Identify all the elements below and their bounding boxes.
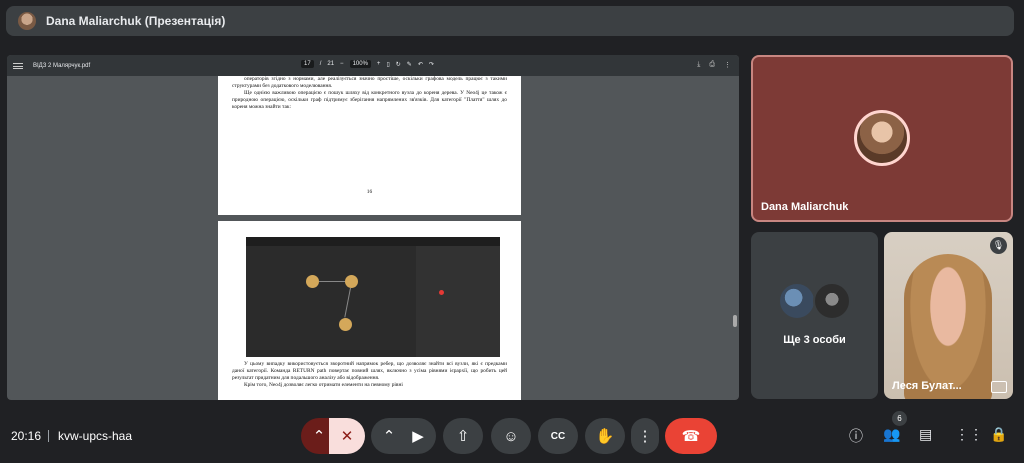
shared-screen[interactable]: ВІДЗ 2 Малярчук.pdf 17 / 21 − 100% + ▯ ↻… [7,55,739,400]
reactions-button[interactable]: ☺ [491,418,531,454]
host-controls-icon[interactable]: 🔒 [990,426,1007,443]
meeting-controls: 20:16 kvw-upcs-haa ⌃ ✕ ⌃ ▶ ⇧ ☺ CC ✋ ⋮ ☎ … [0,408,1024,463]
page-number: 16 [366,189,373,195]
participant-tile-camera[interactable]: 🎙 Леся Булат... [884,232,1013,399]
participant-avatar [813,282,851,320]
menu-icon[interactable] [13,62,23,69]
pdf-page: операторів згідно з нормами, але реалізу… [218,76,521,215]
participant-avatar [778,282,816,320]
node-properties-panel [416,246,500,357]
paragraph: операторів згідно з нормами, але реалізу… [232,76,507,89]
annotate-icon[interactable]: ✎ [407,61,412,68]
mic-muted-icon: 🎙 [990,237,1007,254]
zoom-level[interactable]: 100% [349,60,371,68]
chat-icon[interactable]: ▤ [919,426,932,443]
paragraph: Крім того, Neo4j дозволяє легко отримати… [244,382,403,388]
paragraph: У цьому випадку використовується зворотн… [232,361,507,381]
page-total: 21 [327,61,335,67]
presenter-avatar [18,12,36,30]
emoji-icon: ☺ [503,427,519,445]
phone-hangup-icon: ☎ [681,428,701,445]
pdf-page: У цьому випадку використовується зворотн… [218,221,521,400]
participant-name: Леся Булат... [892,380,962,392]
divider [48,430,49,442]
activities-icon[interactable]: ⋮⋮ [955,426,983,443]
mic-off-icon: ✕ [340,428,354,445]
redo-icon[interactable]: ↷ [429,61,434,68]
pin-icon[interactable] [991,381,1007,393]
mic-toggle-button[interactable]: ✕ [329,418,365,454]
more-vert-icon: ⋮ [637,428,653,445]
chevron-up-icon: ⌃ [382,428,396,445]
hand-icon: ✋ [595,428,615,445]
presentation-header: Dana Maliarchuk (Презентація) [6,6,1014,36]
participant-tile-presenter[interactable]: Dana Maliarchuk [751,55,1013,222]
participant-avatar [854,110,910,166]
more-icon[interactable]: ⋮ [724,61,731,69]
participant-video [904,254,992,399]
meeting-code: kvw-upcs-haa [58,429,133,443]
laser-pointer [439,290,444,295]
neo4j-graph-screenshot [246,237,500,357]
more-options-button[interactable]: ⋮ [631,418,659,454]
participant-name: Dana Maliarchuk [761,201,849,213]
graph-node [345,275,358,288]
others-label: Ще 3 особи [783,334,846,346]
paragraph: Ще однією важливою операцією є пошук шля… [232,90,507,110]
graph-node [339,318,352,331]
chevron-up-icon: ⌃ [312,428,326,445]
undo-icon[interactable]: ↶ [418,61,423,68]
presentation-title: Dana Maliarchuk (Презентація) [46,14,226,28]
leave-call-button[interactable]: ☎ [665,418,717,454]
captions-button[interactable]: CC [538,418,578,454]
participants-count-badge: 6 [892,411,907,426]
present-button[interactable]: ⇧ [443,418,483,454]
graph-edge [319,281,345,282]
rotate-icon[interactable]: ↻ [396,61,401,68]
query-bar [246,237,500,246]
print-icon[interactable]: ⎙ [709,61,715,69]
zoom-out-icon[interactable]: − [340,61,344,67]
fit-page-icon[interactable]: ▯ [386,61,389,68]
info-icon[interactable]: ⓘ [849,426,863,446]
meeting-time: 20:16 [11,429,42,443]
participant-tile-others[interactable]: Ще 3 особи [751,232,878,399]
pdf-filename: ВІДЗ 2 Малярчук.pdf [33,62,91,69]
zoom-in-icon[interactable]: + [377,61,381,67]
camera-icon: ▶ [412,428,424,445]
people-icon[interactable]: 👥 [883,426,900,443]
camera-toggle-button[interactable]: ▶ [400,418,436,454]
raise-hand-button[interactable]: ✋ [585,418,625,454]
download-icon[interactable]: ⤓ [697,61,700,69]
scrollbar[interactable] [733,315,737,327]
present-screen-icon: ⇧ [456,428,470,445]
pdf-toolbar: ВІДЗ 2 Малярчук.pdf 17 / 21 − 100% + ▯ ↻… [7,55,739,76]
graph-edge [344,287,351,318]
graph-node [306,275,319,288]
captions-icon: CC [550,430,566,442]
page-current[interactable]: 17 [301,60,314,68]
